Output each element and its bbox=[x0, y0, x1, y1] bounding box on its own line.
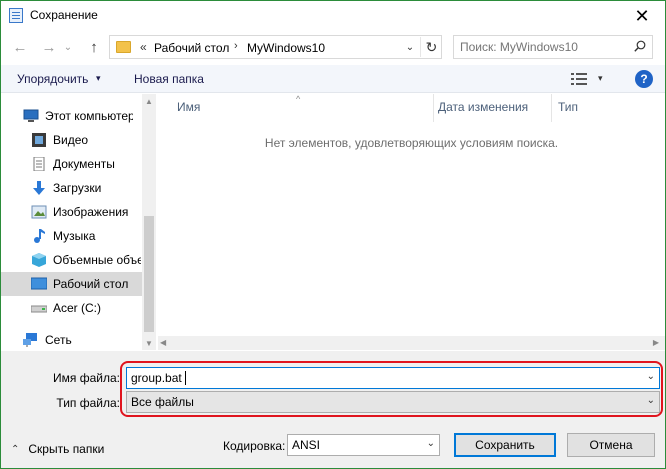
sidebar-item-label: Документы bbox=[53, 157, 115, 171]
command-bar: Упорядочить ▾ Новая папка ▾ ? bbox=[1, 65, 665, 93]
back-button[interactable]: ← bbox=[9, 37, 31, 57]
address-bar[interactable]: « Рабочий стол › MyWindows10 ⌄ ↻ bbox=[109, 35, 442, 59]
sidebar-item-this-pc[interactable]: Этот компьютер bbox=[1, 104, 142, 128]
music-icon bbox=[34, 229, 45, 243]
filename-label: Имя файла: bbox=[53, 371, 120, 385]
file-list: ^ Имя Дата изменения Тип Нет элементов, … bbox=[158, 94, 665, 350]
chevron-down-icon: ▾ bbox=[96, 73, 101, 83]
column-divider[interactable] bbox=[433, 94, 434, 122]
sidebar-item-downloads[interactable]: Загрузки bbox=[1, 176, 142, 200]
network-icon bbox=[23, 333, 37, 347]
sidebar-item-label: Музыка bbox=[53, 229, 96, 243]
chevron-up-icon: ⌃ bbox=[11, 443, 20, 455]
sidebar-item-documents[interactable]: Документы bbox=[1, 152, 142, 176]
title-bar: Сохранение ✕ bbox=[1, 1, 665, 31]
close-button[interactable]: ✕ bbox=[619, 1, 665, 31]
scroll-down-button[interactable]: ▼ bbox=[142, 336, 156, 350]
sidebar-item-3d-objects[interactable]: Объемные объекты bbox=[1, 248, 142, 272]
scroll-up-button[interactable]: ▲ bbox=[142, 94, 156, 108]
overflow-crumbs-button[interactable]: « bbox=[140, 40, 147, 54]
breadcrumb-separator[interactable]: › bbox=[234, 40, 238, 52]
column-header-type[interactable]: Тип bbox=[558, 100, 578, 114]
downloads-icon bbox=[33, 181, 45, 195]
help-button[interactable]: ? bbox=[635, 70, 653, 88]
navigation-pane: Этот компьютер Видео Документы Загрузки … bbox=[1, 94, 157, 350]
drive-icon bbox=[31, 305, 47, 313]
empty-folder-message: Нет элементов, удовлетворяющих условиям … bbox=[264, 136, 559, 150]
sidebar-scroll-thumb[interactable] bbox=[144, 216, 154, 332]
scroll-right-button[interactable]: ▶ bbox=[653, 336, 659, 350]
desktop-icon bbox=[31, 277, 47, 290]
encoding-value: ANSI bbox=[292, 438, 321, 452]
video-icon bbox=[32, 133, 46, 147]
sidebar-item-label: Рабочий стол bbox=[53, 277, 129, 291]
organize-button[interactable]: Упорядочить bbox=[17, 72, 88, 86]
up-button[interactable]: ↑ bbox=[83, 37, 105, 57]
sidebar-item-label: Загрузки bbox=[53, 181, 102, 195]
cancel-button[interactable]: Отмена bbox=[567, 433, 655, 457]
documents-icon bbox=[33, 157, 45, 171]
sidebar-item-pictures[interactable]: Изображения bbox=[1, 200, 142, 224]
navigation-bar: ← → ⌄ ↑ « Рабочий стол › MyWindows10 ⌄ ↻ bbox=[1, 33, 665, 61]
sidebar-item-label: Acer (C:) bbox=[53, 301, 101, 315]
sidebar-item-desktop[interactable]: Рабочий стол bbox=[1, 272, 142, 296]
hide-folders-label: Скрыть папки bbox=[28, 442, 105, 456]
search-icon[interactable] bbox=[634, 40, 646, 52]
annotation-highlight bbox=[120, 361, 663, 417]
recent-locations-button[interactable]: ⌄ bbox=[61, 37, 75, 57]
column-header-name[interactable]: Имя bbox=[177, 100, 200, 114]
3d-objects-icon bbox=[32, 253, 46, 267]
column-header-date[interactable]: Дата изменения bbox=[438, 100, 528, 114]
sidebar-item-label: Сеть bbox=[45, 333, 72, 347]
save-options-panel: Имя файла: group.bat ⌄ Тип файла: Все фа… bbox=[1, 351, 665, 468]
folder-icon bbox=[116, 41, 131, 53]
view-options-icon[interactable] bbox=[571, 72, 587, 86]
save-button[interactable]: Сохранить bbox=[454, 433, 556, 457]
sort-indicator-icon: ^ bbox=[296, 94, 301, 104]
computer-icon bbox=[23, 109, 39, 122]
search-input[interactable] bbox=[460, 39, 620, 55]
refresh-button[interactable]: ↻ bbox=[420, 37, 442, 57]
new-folder-button[interactable]: Новая папка bbox=[134, 72, 204, 86]
address-dropdown-button[interactable]: ⌄ bbox=[402, 39, 418, 56]
horizontal-scrollbar[interactable]: ◀ ▶ bbox=[158, 336, 665, 350]
sidebar-item-label: Объемные объекты bbox=[53, 253, 141, 267]
sidebar-item-label: Изображения bbox=[53, 205, 129, 219]
chevron-down-icon[interactable]: ⌄ bbox=[427, 438, 435, 449]
column-divider[interactable] bbox=[551, 94, 552, 122]
breadcrumb-desktop[interactable]: Рабочий стол bbox=[154, 41, 229, 55]
scroll-left-button[interactable]: ◀ bbox=[160, 336, 166, 350]
save-dialog: Сохранение ✕ ← → ⌄ ↑ « Рабочий стол › My… bbox=[0, 0, 666, 469]
pictures-icon bbox=[31, 205, 47, 219]
sidebar-item-network[interactable]: Сеть bbox=[1, 328, 142, 352]
sidebar-item-label: Этот компьютер bbox=[45, 109, 133, 123]
encoding-label: Кодировка: bbox=[223, 439, 286, 453]
filetype-label: Тип файла: bbox=[56, 396, 120, 410]
sidebar-item-video[interactable]: Видео bbox=[1, 128, 142, 152]
sidebar-item-music[interactable]: Музыка bbox=[1, 224, 142, 248]
notepad-icon bbox=[9, 8, 23, 23]
breadcrumb-mywindows10[interactable]: MyWindows10 bbox=[247, 41, 325, 55]
sidebar-item-label: Видео bbox=[53, 133, 89, 147]
window-title: Сохранение bbox=[30, 8, 98, 22]
encoding-select[interactable]: ANSI ⌄ bbox=[287, 434, 440, 456]
forward-button[interactable]: → bbox=[38, 37, 60, 57]
sidebar-item-drive-c[interactable]: Acer (C:) bbox=[1, 296, 142, 320]
hide-folders-button[interactable]: ⌃ Скрыть папки bbox=[11, 442, 104, 456]
view-dropdown-button[interactable]: ▾ bbox=[598, 73, 603, 84]
search-box[interactable] bbox=[453, 35, 653, 59]
